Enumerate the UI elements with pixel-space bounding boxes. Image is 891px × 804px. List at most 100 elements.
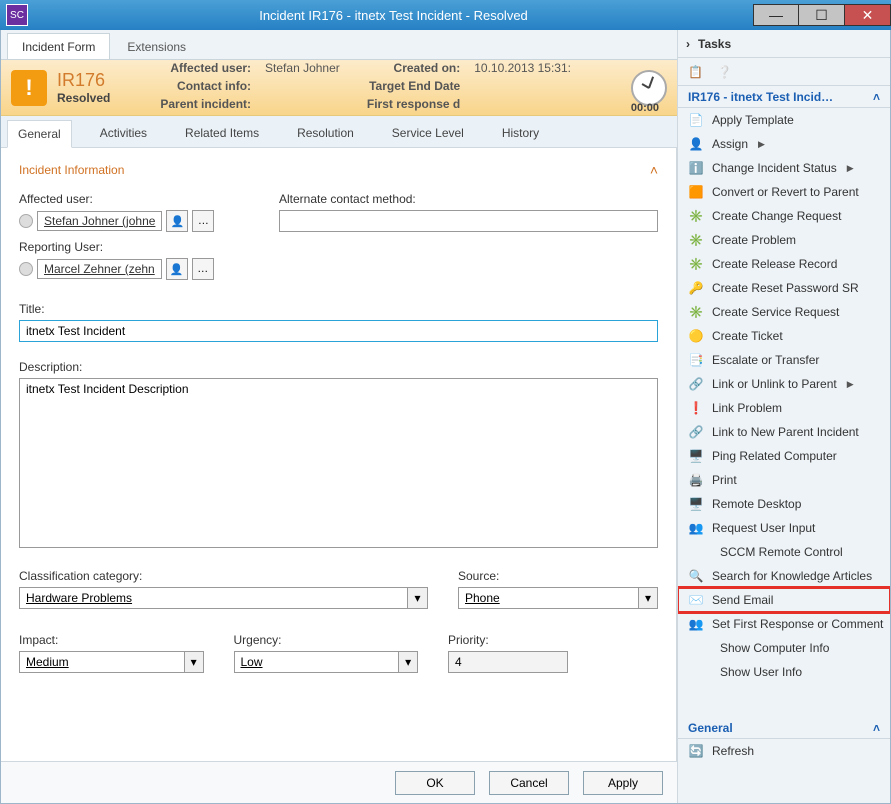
section-title: Incident Information ˄	[19, 162, 658, 178]
chevron-up-icon: ˄	[873, 721, 880, 735]
task-icon: 🔑	[688, 280, 704, 296]
task-icon: ℹ️	[688, 160, 704, 176]
task-label: Set First Response or Comment	[712, 617, 883, 631]
minimize-button[interactable]: —	[753, 4, 799, 26]
urgency-select[interactable]: Low	[234, 651, 399, 673]
tab-extensions[interactable]: Extensions	[112, 33, 201, 59]
timer-value: 00:00	[631, 102, 659, 114]
task-icon: 🟧	[688, 184, 704, 200]
dropdown-icon[interactable]: ▾	[398, 651, 418, 673]
source-select[interactable]: Phone	[458, 587, 638, 609]
alternate-contact-input[interactable]	[279, 210, 658, 232]
created-on-value: 10.10.2013 15:31:	[474, 61, 571, 75]
task-list[interactable]: 📄 Apply Template 👤Assign▶ℹ️Change Incident…	[678, 108, 890, 717]
task-icon: ✉️	[688, 592, 704, 608]
titlebar: SC Incident IR176 - itnetx Test Incident…	[0, 0, 891, 30]
task-item[interactable]: Show Computer Info	[678, 636, 890, 660]
title-input[interactable]	[19, 320, 658, 342]
task-item[interactable]: 🖥️Remote Desktop	[678, 492, 890, 516]
task-item[interactable]: SCCM Remote Control	[678, 540, 890, 564]
task-item[interactable]: ✳️Create Problem	[678, 228, 890, 252]
affected-user-label: Affected user:	[170, 61, 251, 75]
task-icon: 👥	[688, 520, 704, 536]
dropdown-icon[interactable]: ▾	[638, 587, 658, 609]
task-item[interactable]: 📄 Apply Template	[678, 108, 890, 132]
chevron-right-icon[interactable]: ›	[686, 37, 690, 51]
presence-icon	[19, 214, 33, 228]
priority-input	[448, 651, 568, 673]
urgency-label: Urgency:	[234, 633, 419, 647]
task-icon: 🔍	[688, 568, 704, 584]
tab-activities[interactable]: Activities	[90, 119, 157, 147]
task-item[interactable]: ✉️ Send Email	[678, 588, 890, 612]
parent-incident-label: Parent incident:	[160, 97, 251, 111]
task-item[interactable]: Show User Info	[678, 660, 890, 684]
reporting-user-link[interactable]: Marcel Zehner (zehn	[37, 259, 162, 279]
user-browse-button[interactable]: …	[192, 258, 214, 280]
task-label: Ping Related Computer	[712, 449, 837, 463]
tab-general[interactable]: General	[7, 120, 72, 148]
task-refresh[interactable]: 🔄 Refresh	[678, 739, 890, 763]
task-item[interactable]: 👥Set First Response or Comment	[678, 612, 890, 636]
task-item[interactable]: 🟧 Convert or Revert to Parent	[678, 180, 890, 204]
task-label: Remote Desktop	[712, 497, 801, 511]
user-picker-icon[interactable]: 👤	[166, 258, 188, 280]
impact-select[interactable]: Medium	[19, 651, 184, 673]
collapse-icon[interactable]: ˄	[650, 162, 658, 178]
presence-icon	[19, 262, 33, 276]
tab-related-items[interactable]: Related Items	[175, 119, 269, 147]
tab-service-level[interactable]: Service Level	[382, 119, 474, 147]
affected-user-link[interactable]: Stefan Johner (johne	[37, 211, 162, 231]
tab-incident-form[interactable]: Incident Form	[7, 33, 110, 59]
description-input[interactable]: itnetx Test Incident Description	[19, 378, 658, 548]
reporting-user-label: Reporting User:	[19, 240, 249, 254]
task-group-incident[interactable]: IR176 - itnetx Test Incid… ˄	[678, 86, 890, 108]
task-group-general[interactable]: General ˄	[678, 717, 890, 739]
task-item[interactable]: 🟡Create Ticket	[678, 324, 890, 348]
task-item[interactable]: 🔑Create Reset Password SR	[678, 276, 890, 300]
task-label: Send Email	[712, 593, 773, 607]
task-label: Create Service Request	[712, 305, 839, 319]
user-picker-icon[interactable]: 👤	[166, 210, 188, 232]
tab-resolution[interactable]: Resolution	[287, 119, 364, 147]
task-label: Search for Knowledge Articles	[712, 569, 872, 583]
alternate-contact-label: Alternate contact method:	[279, 192, 658, 206]
task-icon: ✳️	[688, 256, 704, 272]
dropdown-icon[interactable]: ▾	[407, 587, 428, 609]
task-item[interactable]: 👤Assign▶	[678, 132, 890, 156]
cancel-button[interactable]: Cancel	[489, 771, 569, 795]
task-item[interactable]: 🖨️Print	[678, 468, 890, 492]
dropdown-icon[interactable]: ▾	[184, 651, 204, 673]
tab-history[interactable]: History	[492, 119, 549, 147]
task-item[interactable]: 📑Escalate or Transfer	[678, 348, 890, 372]
apply-button[interactable]: Apply	[583, 771, 663, 795]
maximize-button[interactable]: ☐	[799, 4, 845, 26]
task-item[interactable]: 🔗Link or Unlink to Parent▶	[678, 372, 890, 396]
help-icon[interactable]: ❔	[717, 65, 732, 79]
task-item[interactable]: ❗Link Problem	[678, 396, 890, 420]
description-label: Description:	[19, 360, 658, 374]
task-label: Request User Input	[712, 521, 815, 535]
task-item[interactable]: ℹ️Change Incident Status▶	[678, 156, 890, 180]
task-icon: 📄	[688, 112, 704, 128]
affected-user-field-label: Affected user:	[19, 192, 249, 206]
task-item[interactable]: ✳️Create Release Record	[678, 252, 890, 276]
user-browse-button[interactable]: …	[192, 210, 214, 232]
form-scroll[interactable]: Incident Information ˄ Affected user: St…	[1, 148, 677, 761]
top-tabs: Incident Form Extensions	[1, 30, 677, 60]
task-label: Apply Template	[712, 113, 794, 127]
task-item[interactable]: 🖥️Ping Related Computer	[678, 444, 890, 468]
task-item[interactable]: ✳️Create Change Request	[678, 204, 890, 228]
first-response-label: First response d	[367, 97, 460, 111]
task-item[interactable]: 🔍 Search for Knowledge Articles	[678, 564, 890, 588]
task-item[interactable]: ✳️Create Service Request	[678, 300, 890, 324]
incident-status: Resolved	[57, 91, 110, 105]
task-item[interactable]: 👥 Request User Input	[678, 516, 890, 540]
task-item[interactable]: 🔗Link to New Parent Incident	[678, 420, 890, 444]
affected-user-value: Stefan Johner	[265, 61, 340, 75]
clipboard-icon[interactable]: 📋	[688, 65, 703, 79]
task-label: Convert or Revert to Parent	[712, 185, 859, 199]
close-button[interactable]: ✕	[845, 4, 891, 26]
ok-button[interactable]: OK	[395, 771, 475, 795]
classification-select[interactable]: Hardware Problems	[19, 587, 407, 609]
